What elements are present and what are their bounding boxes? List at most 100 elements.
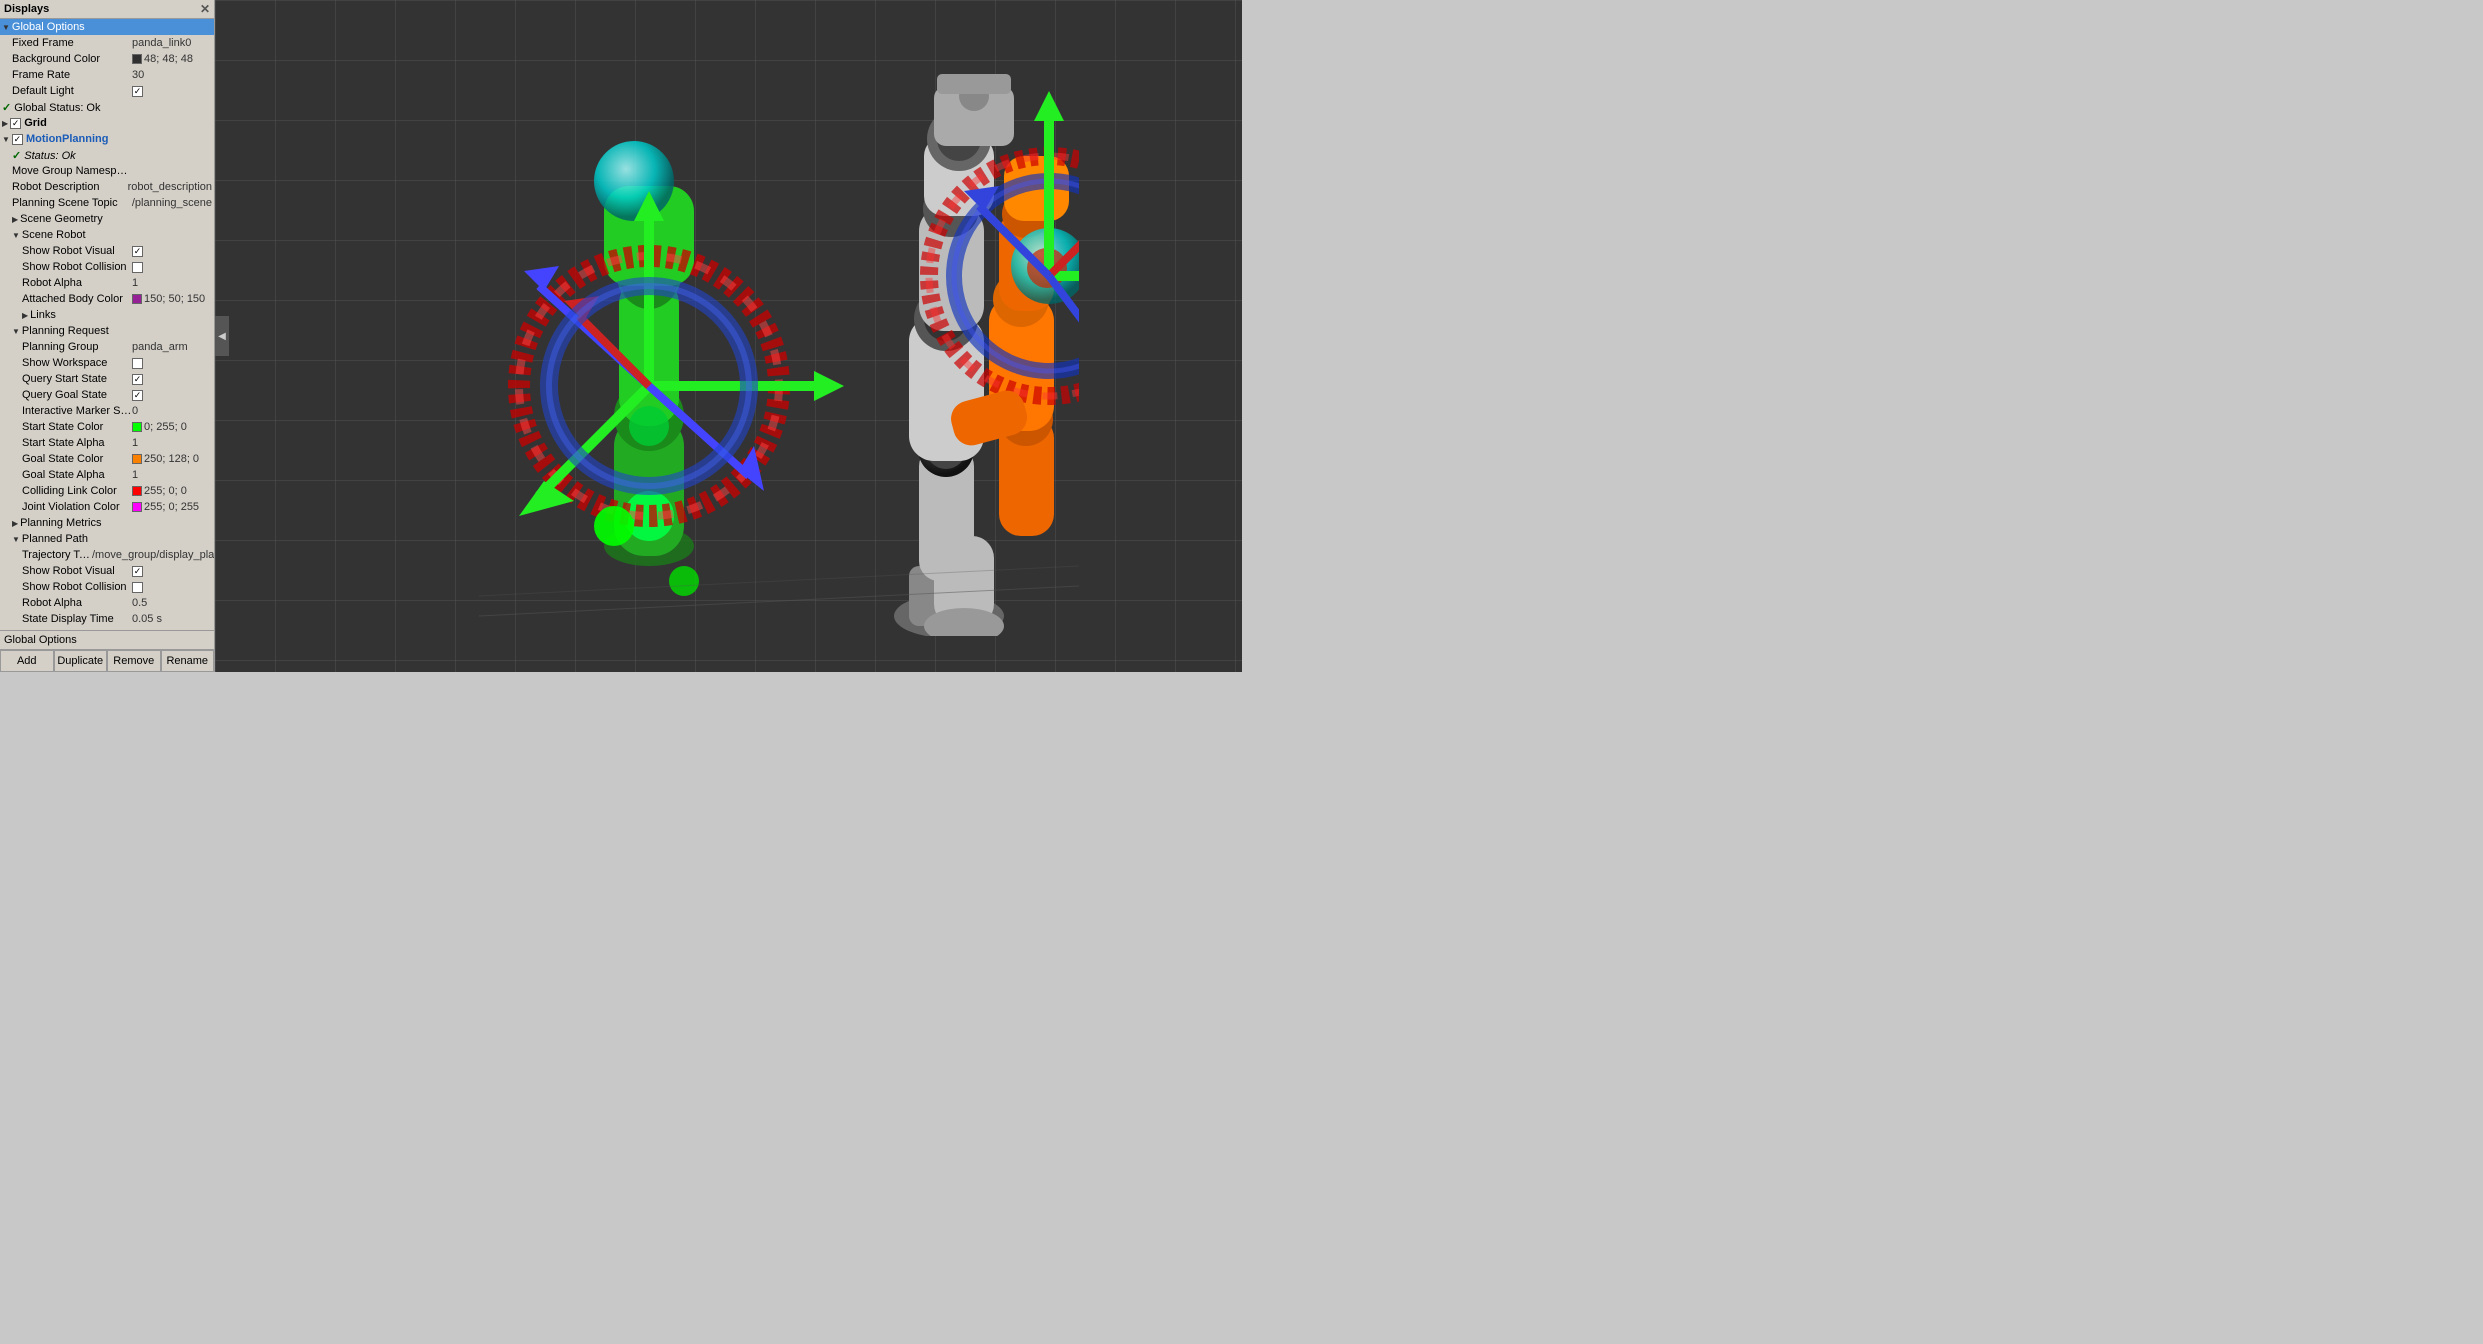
tree-item-interactive-marker-size[interactable]: Interactive Marker Size0 (0, 403, 214, 419)
tree-label-grid: ▶ Grid (2, 117, 132, 129)
tree-item-show-robot-visual[interactable]: Show Robot Visual (0, 243, 214, 259)
tree-value-planning-group: panda_arm (132, 341, 212, 353)
tree-item-robot-description[interactable]: Robot Descriptionrobot_description (0, 179, 214, 195)
tree-label-show-robot-collision: Show Robot Collision (22, 261, 132, 273)
tree-label-planning-group: Planning Group (22, 341, 132, 353)
tree-label-global-status: ✓ Global Status: Ok (2, 101, 132, 114)
tree-label-global-options: ▼Global Options (2, 21, 132, 33)
tree-value-show-robot-visual (132, 246, 212, 257)
tree-item-scene-robot[interactable]: ▼Scene Robot (0, 227, 214, 243)
tree-label-show-workspace: Show Workspace (22, 357, 132, 369)
rename-button[interactable]: Rename (161, 650, 215, 672)
tree-item-robot-alpha[interactable]: Robot Alpha1 (0, 275, 214, 291)
checkbox-val-show-robot-collision[interactable] (132, 262, 143, 273)
tree-item-start-state-color[interactable]: Start State Color 0; 255; 0 (0, 419, 214, 435)
tree-label-planning-metrics: ▶Planning Metrics (12, 517, 132, 529)
tree-container[interactable]: ▼Global OptionsFixed Framepanda_link0Bac… (0, 19, 214, 630)
tree-label-robot-description: Robot Description (12, 181, 128, 193)
tree-item-motion-planning[interactable]: ▼ MotionPlanning (0, 131, 214, 147)
tree-item-show-robot-visual-pp[interactable]: Show Robot Visual (0, 563, 214, 579)
tree-value-show-robot-collision-pp (132, 582, 212, 593)
tree-item-trajectory-topic[interactable]: Trajectory Topic/move_group/display_plan… (0, 547, 214, 563)
tree-label-show-robot-visual: Show Robot Visual (22, 245, 132, 257)
add-button[interactable]: Add (0, 650, 54, 672)
tree-label-query-start-state: Query Start State (22, 373, 132, 385)
tree-item-links[interactable]: ▶Links (0, 307, 214, 323)
tree-item-joint-violation-color[interactable]: Joint Violation Color 255; 0; 255 (0, 499, 214, 515)
collapse-button[interactable]: ◀ (215, 316, 229, 356)
tree-label-background-color: Background Color (12, 53, 132, 65)
checkbox-val-default-light[interactable] (132, 86, 143, 97)
tree-item-planned-path[interactable]: ▼Planned Path (0, 531, 214, 547)
tree-item-query-goal-state[interactable]: Query Goal State (0, 387, 214, 403)
tree-label-status-ok: ✓ Status: Ok (12, 149, 132, 162)
tree-item-background-color[interactable]: Background Color 48; 48; 48 (0, 51, 214, 67)
tree-item-global-status[interactable]: ✓ Global Status: Ok (0, 99, 214, 115)
checkbox-val-show-workspace[interactable] (132, 358, 143, 369)
tree-item-state-display-time[interactable]: State Display Time0.05 s (0, 611, 214, 627)
tree-value-start-state-color: 0; 255; 0 (132, 421, 212, 433)
tree-item-robot-alpha-pp[interactable]: Robot Alpha0.5 (0, 595, 214, 611)
tree-value-robot-alpha-pp: 0.5 (132, 597, 212, 609)
tree-item-show-robot-collision-pp[interactable]: Show Robot Collision (0, 579, 214, 595)
3d-viewport[interactable]: ◀ (215, 0, 1242, 672)
checkbox-val-show-robot-collision-pp[interactable] (132, 582, 143, 593)
tree-value-frame-rate: 30 (132, 69, 212, 81)
checkbox-val-show-robot-visual[interactable] (132, 246, 143, 257)
tree-value-trajectory-topic: /move_group/display_planned_path (92, 549, 212, 561)
tree-item-global-options[interactable]: ▼Global Options (0, 19, 214, 35)
tree-label-scene-robot: ▼Scene Robot (12, 229, 132, 241)
tree-label-state-display-time: State Display Time (22, 613, 132, 625)
tree-value-default-light (132, 86, 212, 97)
tree-item-start-state-alpha[interactable]: Start State Alpha1 (0, 435, 214, 451)
tree-label-show-robot-visual-pp: Show Robot Visual (22, 565, 132, 577)
tree-item-frame-rate[interactable]: Frame Rate30 (0, 67, 214, 83)
checkbox-grid[interactable] (10, 118, 21, 129)
tree-item-default-light[interactable]: Default Light (0, 83, 214, 99)
panel-title-bar: Displays ✕ (0, 0, 214, 19)
tree-item-planning-metrics[interactable]: ▶Planning Metrics (0, 515, 214, 531)
tree-label-scene-geometry: ▶Scene Geometry (12, 213, 132, 225)
tree-item-planning-group[interactable]: Planning Grouppanda_arm (0, 339, 214, 355)
tree-item-goal-state-alpha[interactable]: Goal State Alpha1 (0, 467, 214, 483)
tree-label-colliding-link-color: Colliding Link Color (22, 485, 132, 497)
tree-value-robot-alpha: 1 (132, 277, 212, 289)
tree-item-move-group-ns[interactable]: Move Group Namespace (0, 163, 214, 179)
tree-value-fixed-frame: panda_link0 (132, 37, 212, 49)
tree-item-scene-geometry[interactable]: ▶Scene Geometry (0, 211, 214, 227)
tree-item-colliding-link-color[interactable]: Colliding Link Color 255; 0; 0 (0, 483, 214, 499)
tree-item-show-robot-collision[interactable]: Show Robot Collision (0, 259, 214, 275)
tree-item-planning-request[interactable]: ▼Planning Request (0, 323, 214, 339)
checkbox-val-show-robot-visual-pp[interactable] (132, 566, 143, 577)
checkbox-val-query-goal-state[interactable] (132, 390, 143, 401)
tree-label-joint-violation-color: Joint Violation Color (22, 501, 132, 513)
close-button[interactable]: ✕ (200, 2, 210, 16)
tree-value-interactive-marker-size: 0 (132, 405, 212, 417)
tree-item-goal-state-color[interactable]: Goal State Color 250; 128; 0 (0, 451, 214, 467)
tree-label-goal-state-color: Goal State Color (22, 453, 132, 465)
checkbox-motion-planning[interactable] (12, 134, 23, 145)
tree-item-show-workspace[interactable]: Show Workspace (0, 355, 214, 371)
tree-value-robot-description: robot_description (128, 181, 212, 193)
tree-item-fixed-frame[interactable]: Fixed Framepanda_link0 (0, 35, 214, 51)
tree-value-start-state-alpha: 1 (132, 437, 212, 449)
checkbox-val-query-start-state[interactable] (132, 374, 143, 385)
duplicate-button[interactable]: Duplicate (54, 650, 108, 672)
tree-label-start-state-alpha: Start State Alpha (22, 437, 132, 449)
remove-button[interactable]: Remove (107, 650, 161, 672)
tree-value-query-start-state (132, 374, 212, 385)
tree-item-status-ok[interactable]: ✓ Status: Ok (0, 147, 214, 163)
tree-item-planning-scene-topic[interactable]: Planning Scene Topic/planning_scene (0, 195, 214, 211)
tree-item-attached-body-color[interactable]: Attached Body Color 150; 50; 150 (0, 291, 214, 307)
panel-title: Displays (4, 3, 49, 15)
tree-label-trajectory-topic: Trajectory Topic (22, 549, 92, 561)
tree-label-links: ▶Links (22, 309, 132, 321)
robot-scene (215, 0, 1242, 672)
tree-label-default-light: Default Light (12, 85, 132, 97)
tree-item-grid[interactable]: ▶ Grid (0, 115, 214, 131)
tree-label-robot-alpha: Robot Alpha (22, 277, 132, 289)
tree-label-frame-rate: Frame Rate (12, 69, 132, 81)
tree-label-planned-path: ▼Planned Path (12, 533, 132, 545)
tree-item-query-start-state[interactable]: Query Start State (0, 371, 214, 387)
tree-label-query-goal-state: Query Goal State (22, 389, 132, 401)
